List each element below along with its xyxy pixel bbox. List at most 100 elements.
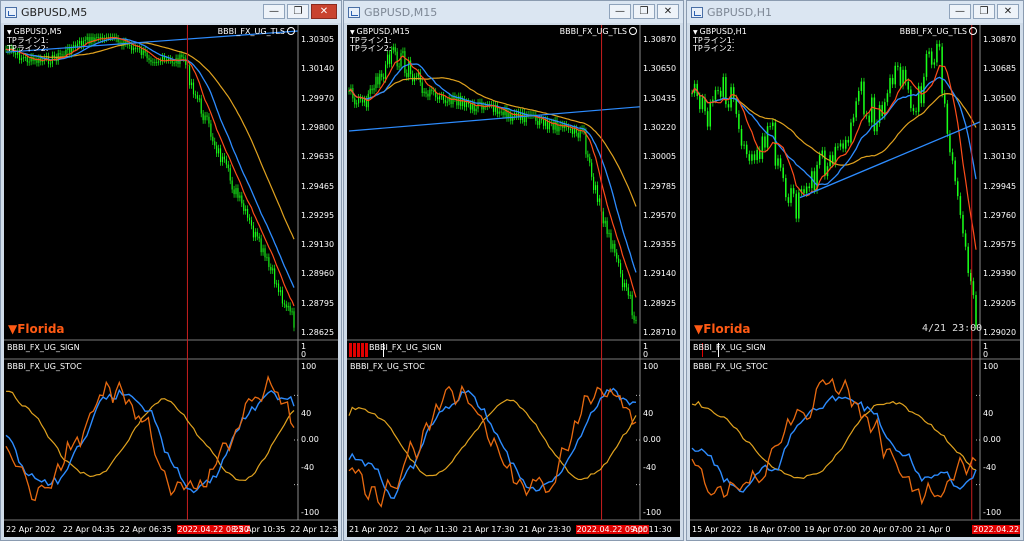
candle-body	[198, 98, 200, 100]
chart-canvas	[347, 25, 680, 521]
candle-body	[38, 58, 40, 63]
maximize-button[interactable]: ❐	[633, 4, 655, 19]
ma-red-line	[691, 64, 977, 250]
indicator-name[interactable]: BBBI_FX_UG_TLS	[218, 27, 295, 36]
chart-area[interactable]: ▼ GBPUSD,M15 TPライン1: TPライン2: BBBI_FX_UG_TLS…	[347, 25, 680, 537]
minimize-button[interactable]: —	[263, 4, 285, 19]
candle-body	[589, 157, 591, 163]
close-button[interactable]: ✕	[657, 4, 679, 19]
candle-body	[855, 101, 857, 118]
candle-body	[803, 189, 805, 194]
candle-body	[78, 40, 81, 44]
candle-body	[798, 192, 800, 219]
candle-body	[847, 139, 850, 143]
candle-body	[221, 156, 224, 163]
symbol-text: GBPUSD,H1	[699, 27, 747, 36]
brand-text: Florida	[703, 322, 751, 336]
indicator-name[interactable]: BBBI_FX_UG_TLS	[900, 27, 977, 36]
candle-body	[183, 57, 185, 59]
close-button[interactable]: ✕	[997, 4, 1019, 19]
candle-body	[610, 233, 612, 249]
candle-body	[385, 64, 387, 80]
candle-body	[891, 78, 894, 85]
brand-logo: ▼Florida	[694, 322, 751, 336]
candle-body	[738, 113, 740, 129]
chart-window-2[interactable]: GBPUSD,M15 — ❐ ✕ ▼ GBPUSD,M15 TPライン1: TPライン2: B…	[343, 0, 684, 541]
candle-body	[241, 195, 243, 204]
chart-window-3[interactable]: GBPUSD,H1— ❐ ✕ ▼ GBPUSD,H1 TPライン1: TPライン2: BBB…	[686, 0, 1024, 541]
title-bar[interactable]: GBPUSD,M15 — ❐ ✕	[344, 1, 683, 23]
chart-area[interactable]: ▼ GBPUSD,M5 TPライン1: TPライン2: BBBI_FX_UG_TLS ▼…	[4, 25, 338, 537]
close-button[interactable]: ✕	[311, 4, 337, 19]
candle-body	[196, 95, 198, 99]
candle-body	[20, 58, 23, 61]
candle-body	[469, 103, 471, 110]
price-tick: 1.29205	[983, 298, 1017, 308]
candle-body	[972, 281, 975, 296]
candle-body	[433, 90, 435, 92]
indicator-text: BBBI_FX_UG_TLS	[559, 27, 627, 36]
window-title: GBPUSD,M15	[364, 5, 438, 19]
chart-window-1[interactable]: GBPUSD,M5— ❐ ✕ ▼ GBPUSD,M5 TPライン1: TPライン2: BBB…	[0, 0, 342, 541]
maximize-button[interactable]: ❐	[973, 4, 995, 19]
candle-body	[373, 88, 375, 91]
candle-body	[629, 294, 631, 296]
chart-icon	[691, 6, 703, 18]
price-tick: 1.29760	[983, 210, 1017, 220]
maximize-button[interactable]: ❐	[287, 4, 309, 19]
candle-body	[498, 111, 500, 114]
title-bar[interactable]: GBPUSD,H1 — ❐ ✕	[687, 1, 1023, 23]
stoc-indicator-label: BBBI_FX_UG_STOC	[7, 362, 82, 371]
candle-body	[142, 50, 144, 55]
candle-body	[863, 81, 865, 115]
candle-body	[190, 82, 193, 86]
minimize-button[interactable]: —	[609, 4, 631, 19]
indicator-name[interactable]: BBBI_FX_UG_TLS	[560, 27, 637, 36]
candle-body	[577, 132, 579, 138]
stoc-tick: 40	[301, 408, 312, 418]
candle-body	[751, 154, 753, 161]
title-bar[interactable]: GBPUSD,M5 — ❐ ✕	[1, 1, 341, 23]
ma-red-line	[5, 37, 295, 307]
candle-body	[717, 90, 719, 92]
candle-body	[388, 54, 391, 64]
candle-body	[886, 93, 889, 103]
window-controls: — ❐ ✕	[609, 4, 679, 19]
minimize-button[interactable]: —	[949, 4, 971, 19]
candle-body	[951, 152, 954, 161]
stoc-tick: 40	[983, 408, 994, 418]
candle-body	[558, 126, 560, 132]
candle-body	[86, 37, 88, 40]
candle-body	[928, 51, 930, 54]
candle-body	[136, 48, 139, 50]
candle-body	[706, 111, 709, 127]
price-tick: 1.29140	[643, 269, 677, 279]
stoc-main-line	[348, 384, 637, 508]
candle-body	[500, 111, 502, 113]
chart-area[interactable]: ▼ GBPUSD,H1 TPライン1: TPライン2: BBBI_FX_UG_TLS ▼…	[690, 25, 1020, 537]
candle-body	[158, 61, 160, 63]
candle-body	[740, 128, 743, 146]
candle-body	[206, 115, 208, 117]
time-axis-label: 21 Apr 11:30	[405, 525, 458, 534]
candle-body	[699, 96, 701, 110]
stoc-tick: -40	[301, 462, 315, 472]
trendline	[348, 106, 641, 132]
candle-body	[15, 53, 17, 55]
candle-body	[150, 59, 152, 62]
candle-body	[248, 217, 251, 221]
candle-body	[212, 136, 214, 142]
candle-body	[18, 51, 21, 61]
time-axis-label: 22 Apr 10:35	[233, 525, 286, 534]
stoc-tick: -40	[643, 462, 657, 472]
candle-body	[442, 95, 444, 101]
stoc-indicator-label: BBBI_FX_UG_STOC	[693, 362, 768, 371]
time-axis-label: 15 Apr 2022	[692, 525, 742, 534]
candle-body	[839, 143, 842, 147]
symbol-text: GBPUSD,M5	[13, 27, 62, 36]
candle-body	[938, 43, 941, 47]
candle-body	[119, 41, 121, 43]
candle-body	[850, 122, 852, 143]
candle-body	[795, 193, 797, 219]
candle-body	[792, 188, 795, 194]
